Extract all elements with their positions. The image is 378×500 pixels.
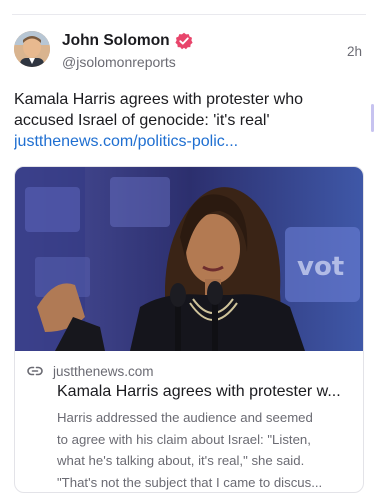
author-name-text[interactable]: John Solomon (62, 32, 170, 50)
link-domain: justthenews.com (53, 363, 154, 379)
link-description-line: Harris addressed the audience and seemed (57, 410, 313, 425)
svg-text:vot: vot (297, 252, 344, 282)
avatar[interactable] (14, 31, 50, 67)
link-domain-row: justthenews.com (27, 363, 154, 379)
author-name[interactable]: John Solomon (62, 32, 193, 50)
post-timestamp[interactable]: 2h (347, 44, 362, 59)
link-description-line: "That's not the subject that I came to d… (57, 474, 323, 490)
link-preview-image: vot (15, 167, 363, 351)
divider (12, 14, 366, 15)
link-icon (27, 363, 43, 379)
author-handle[interactable]: @jsolomonreports (62, 54, 176, 70)
link-description-line: what he's talking about, it's real," she… (57, 453, 305, 468)
link-preview-meta: justthenews.com Kamala Harris agrees wit… (15, 351, 363, 492)
link-description-line: to agree with his claim about Israel: "L… (57, 431, 311, 447)
post-text: Kamala Harris agrees with protester who … (14, 91, 304, 129)
link-title[interactable]: Kamala Harris agrees with protester w... (57, 382, 357, 402)
post-view: John Solomon @jsolomonreports 2h Kamala … (0, 0, 378, 500)
link-preview-card[interactable]: vot justthenews.com Kamala Harris agrees… (14, 166, 364, 493)
scrollbar-thumb[interactable] (371, 104, 374, 132)
verified-badge-icon (175, 32, 193, 50)
link-description: Harris addressed the audience and seemed… (57, 407, 355, 492)
post-link[interactable]: justthenews.com/politics-polic... (14, 131, 364, 152)
